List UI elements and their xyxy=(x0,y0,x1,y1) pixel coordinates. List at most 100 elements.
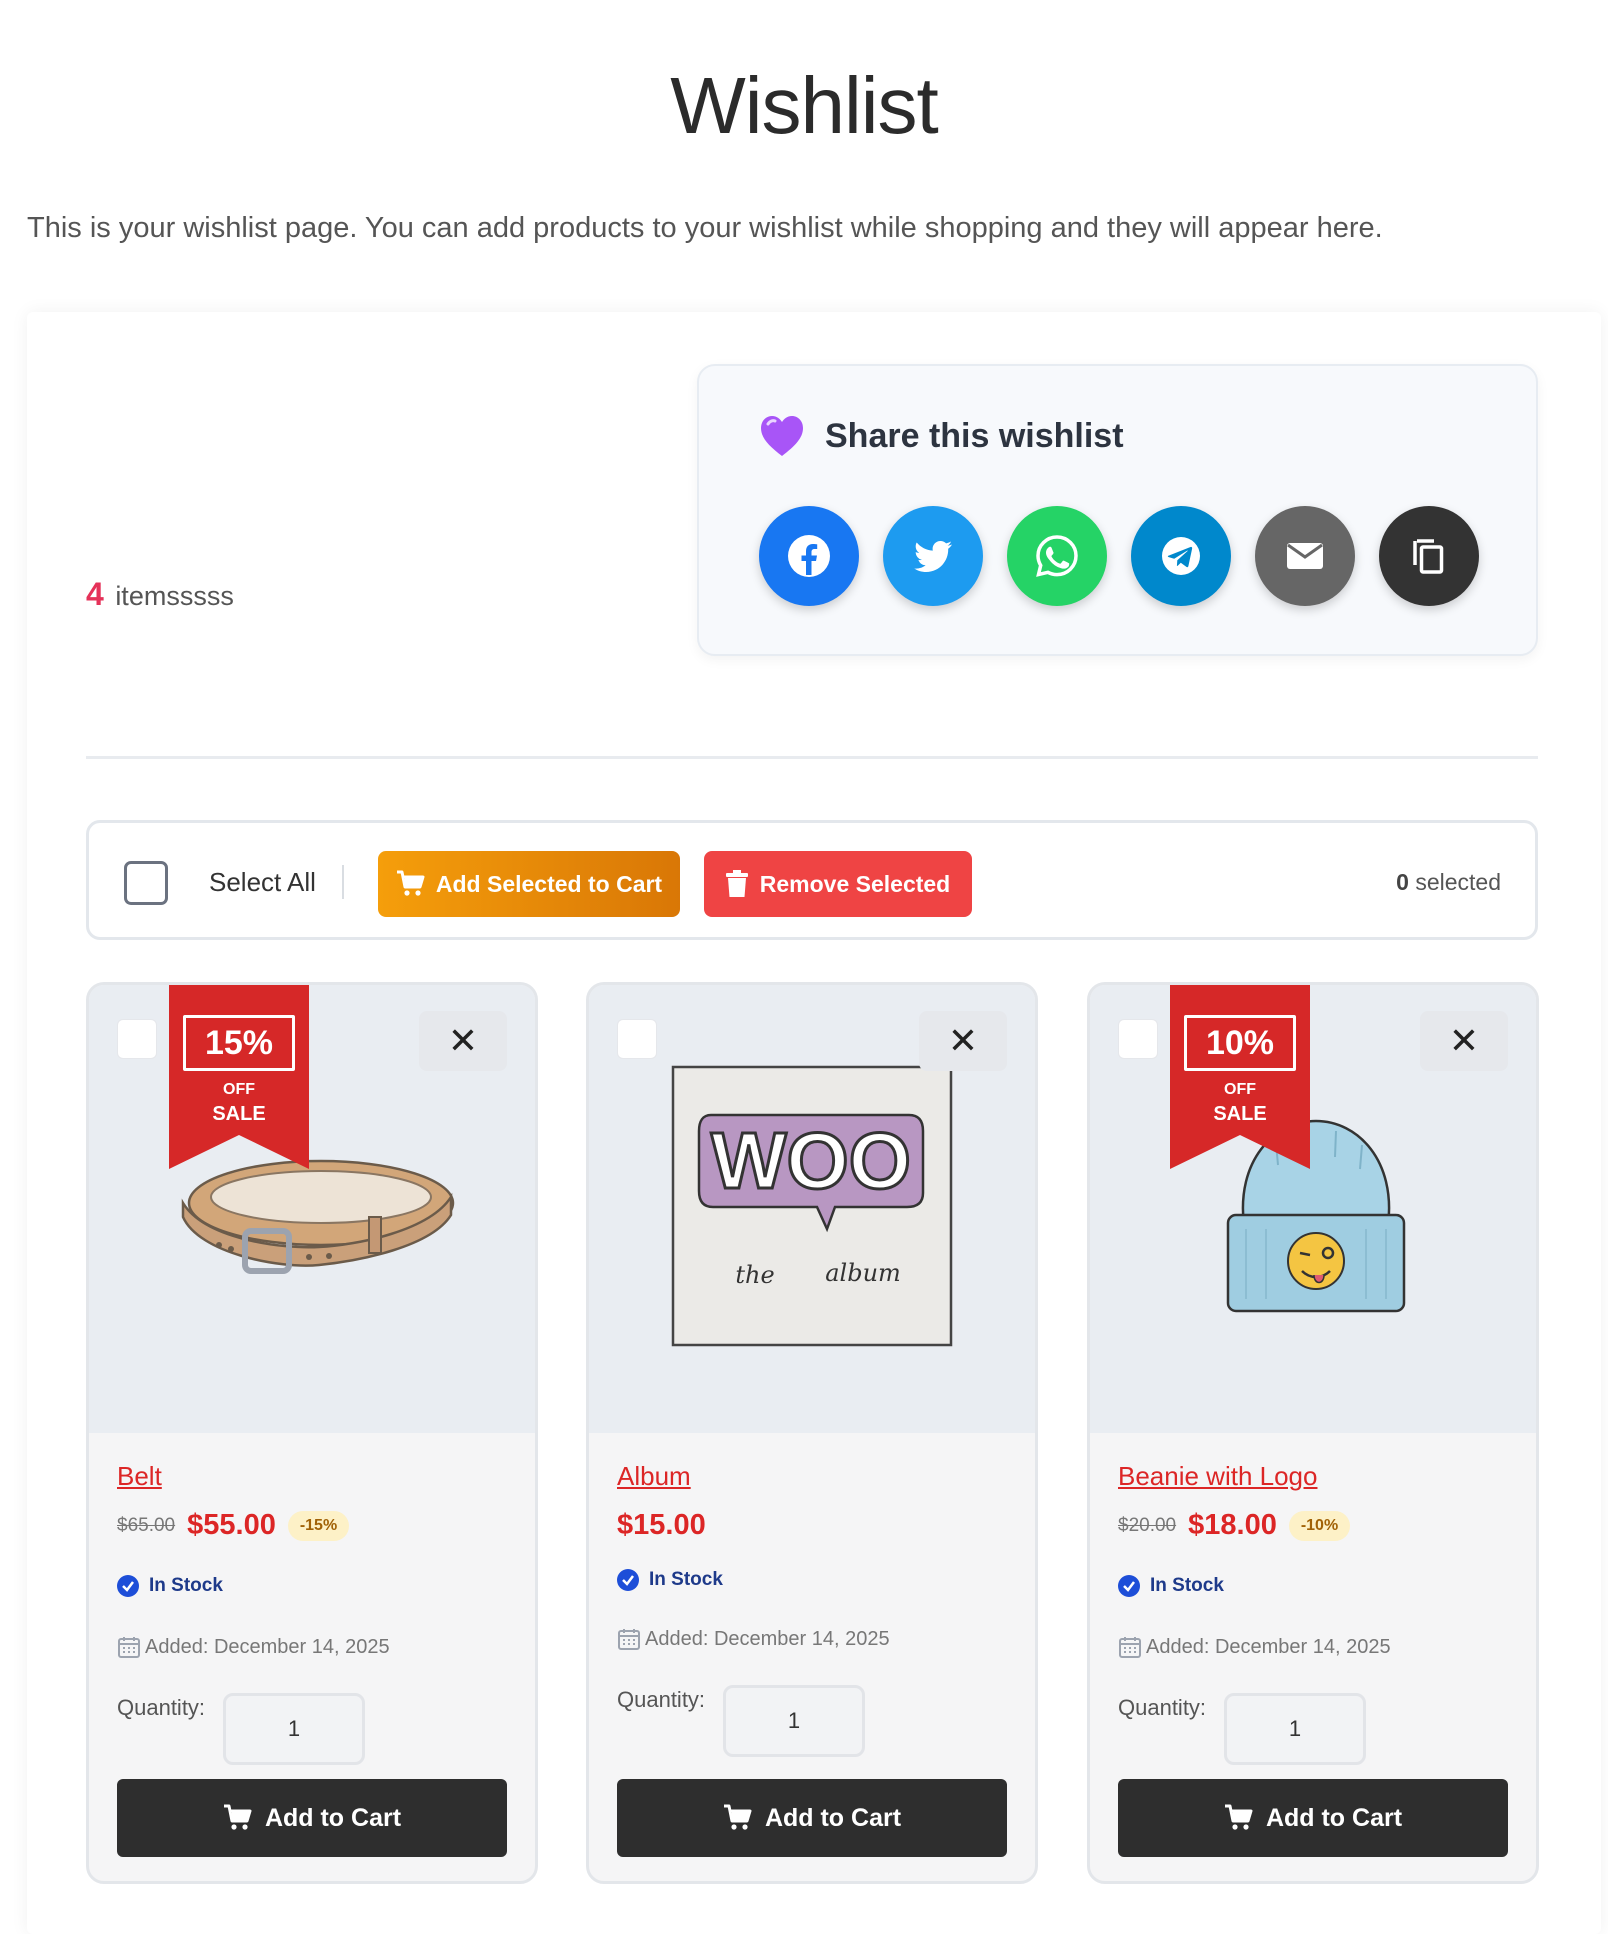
quantity-label: Quantity: xyxy=(117,1695,206,1720)
quantity-input[interactable] xyxy=(1224,1693,1366,1765)
price-row: $20.00 $18.00 -10% xyxy=(1118,1509,1351,1542)
divider xyxy=(86,756,1538,759)
check-circle-icon xyxy=(117,1575,139,1597)
product-name-link[interactable]: Belt xyxy=(117,1461,162,1492)
sale-ribbon xyxy=(169,985,309,1169)
added-date-text: Added: December 14, 2025 xyxy=(645,1627,890,1650)
product-image-area: 10% OFF SALE ✕ xyxy=(1090,985,1536,1433)
select-all-label[interactable]: Select All xyxy=(209,867,316,898)
share-buttons xyxy=(759,506,1479,606)
album-art-right: album xyxy=(825,1259,901,1287)
wishlist-card-beanie: 10% OFF SALE ✕ Beanie with Logo $20.00 $… xyxy=(1087,982,1539,1884)
share-twitter-button[interactable] xyxy=(883,506,983,606)
share-title-row: Share this wishlist xyxy=(759,414,1124,458)
remove-item-button[interactable]: ✕ xyxy=(1420,1011,1508,1071)
quantity-label: Quantity: xyxy=(617,1687,706,1712)
mail-icon xyxy=(1287,543,1323,569)
ribbon-off: OFF xyxy=(1224,1081,1256,1098)
item-checkbox[interactable] xyxy=(617,1019,657,1059)
add-to-cart-button[interactable]: Add to Cart xyxy=(617,1779,1007,1857)
select-all-checkbox[interactable] xyxy=(124,861,168,905)
album-image: WOO the album xyxy=(671,1065,953,1347)
product-image-area: 15% OFF SALE ✕ xyxy=(89,985,535,1433)
product-name-link[interactable]: Beanie with Logo xyxy=(1118,1461,1317,1492)
album-art-left: the xyxy=(735,1261,774,1289)
remove-item-button[interactable]: ✕ xyxy=(919,1011,1007,1071)
item-checkbox[interactable] xyxy=(117,1019,157,1059)
ribbon-sale: SALE xyxy=(212,1103,266,1125)
discount-badge: -10% xyxy=(1288,1510,1351,1541)
product-name-link[interactable]: Album xyxy=(617,1461,691,1492)
item-checkbox[interactable] xyxy=(1118,1019,1158,1059)
added-date: Added: December 14, 2025 xyxy=(617,1627,890,1651)
facebook-icon xyxy=(788,535,830,577)
added-date: Added: December 14, 2025 xyxy=(1118,1635,1391,1659)
bulk-actions-toolbar: Select All Add Selected to Cart Remove S… xyxy=(86,820,1538,940)
add-to-cart-button[interactable]: Add to Cart xyxy=(117,1779,507,1857)
page-title: Wishlist xyxy=(670,61,939,150)
product-image-area: WOO the album ✕ xyxy=(589,985,1035,1433)
add-to-cart-label: Add to Cart xyxy=(264,1803,402,1832)
cart-icon xyxy=(723,1804,752,1830)
stock-status: In Stock xyxy=(617,1569,723,1591)
add-selected-label: Add Selected to Cart xyxy=(435,870,663,897)
share-copy-button[interactable] xyxy=(1379,506,1479,606)
sale-price: $18.00 xyxy=(1188,1509,1277,1541)
close-icon: ✕ xyxy=(1448,1020,1480,1061)
check-circle-icon xyxy=(1118,1575,1140,1597)
calendar-icon xyxy=(618,1629,640,1650)
stock-status: In Stock xyxy=(117,1575,223,1597)
added-date-text: Added: December 14, 2025 xyxy=(145,1635,390,1658)
purple-heart-icon xyxy=(761,416,803,456)
telegram-icon xyxy=(1162,537,1200,575)
discount-badge: -15% xyxy=(287,1510,350,1541)
calendar-icon xyxy=(1119,1637,1141,1658)
ribbon-percent: 15% xyxy=(183,1015,295,1071)
stock-label: In Stock xyxy=(649,1569,723,1590)
share-wishlist-box: Share this wishlist xyxy=(697,364,1538,656)
added-date: Added: December 14, 2025 xyxy=(117,1635,390,1659)
ribbon-percent: 10% xyxy=(1184,1015,1296,1071)
price-row: $15.00 xyxy=(617,1509,706,1542)
add-selected-to-cart-button[interactable]: Add Selected to Cart xyxy=(378,851,680,917)
stock-label: In Stock xyxy=(1150,1575,1224,1596)
copy-icon xyxy=(1413,539,1444,574)
wishlist-card-album: WOO the album ✕ Album $15.00 In Stock Ad… xyxy=(586,982,1038,1884)
cart-icon xyxy=(1224,1804,1253,1830)
price: $15.00 xyxy=(617,1509,706,1541)
calendar-icon xyxy=(118,1637,140,1658)
remove-item-button[interactable]: ✕ xyxy=(419,1011,507,1071)
item-count: 4 itemsssss xyxy=(86,576,234,613)
share-email-button[interactable] xyxy=(1255,506,1355,606)
selected-count-label: selected xyxy=(1415,869,1501,895)
add-to-cart-label: Add to Cart xyxy=(1265,1803,1403,1832)
quantity-input[interactable] xyxy=(223,1693,365,1765)
check-circle-icon xyxy=(617,1569,639,1591)
ribbon-off: OFF xyxy=(223,1081,255,1098)
close-icon: ✕ xyxy=(947,1020,979,1061)
share-telegram-button[interactable] xyxy=(1131,506,1231,606)
sale-price: $55.00 xyxy=(187,1509,276,1541)
wishlist-card-belt: 15% OFF SALE ✕ Belt $65.00 $55.00 -15% I… xyxy=(86,982,538,1884)
trash-icon xyxy=(725,870,748,897)
selected-count-number: 0 xyxy=(1396,869,1409,895)
stock-status: In Stock xyxy=(1118,1575,1224,1597)
old-price: $65.00 xyxy=(117,1514,176,1536)
add-to-cart-label: Add to Cart xyxy=(764,1803,902,1832)
sale-ribbon xyxy=(1170,985,1310,1169)
item-count-number: 4 xyxy=(86,576,104,612)
quantity-label: Quantity: xyxy=(1118,1695,1207,1720)
share-facebook-button[interactable] xyxy=(759,506,859,606)
toolbar-separator xyxy=(342,865,344,899)
remove-selected-label: Remove Selected xyxy=(759,870,951,897)
quantity-input[interactable] xyxy=(723,1685,865,1757)
whatsapp-icon xyxy=(1036,535,1078,577)
add-to-cart-button[interactable]: Add to Cart xyxy=(1118,1779,1508,1857)
stock-label: In Stock xyxy=(149,1575,223,1596)
selected-count: 0 selected xyxy=(1396,869,1501,896)
remove-selected-button[interactable]: Remove Selected xyxy=(704,851,972,917)
cart-icon xyxy=(396,870,425,896)
close-icon: ✕ xyxy=(447,1020,479,1061)
share-whatsapp-button[interactable] xyxy=(1007,506,1107,606)
ribbon-sale: SALE xyxy=(1213,1103,1267,1125)
